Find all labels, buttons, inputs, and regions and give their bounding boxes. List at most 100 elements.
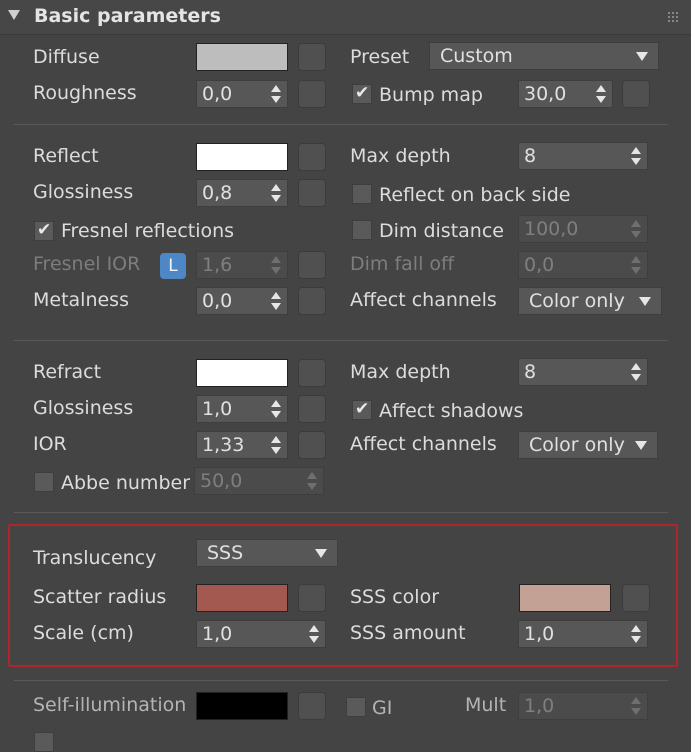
roughness-spinner[interactable]: 0,0 xyxy=(196,80,288,108)
metalness-label: Metalness xyxy=(33,289,129,311)
abbe-number-spinner[interactable]: 50,0 xyxy=(194,467,324,495)
section-divider xyxy=(14,512,668,513)
dim-fall-off-spinner[interactable]: 0,0 xyxy=(518,251,648,279)
mult-label: Mult xyxy=(465,694,507,716)
metalness-map-button[interactable] xyxy=(298,287,326,315)
roughness-map-button[interactable] xyxy=(298,80,326,108)
reflect-color-swatch[interactable] xyxy=(196,143,288,171)
spinner-arrows-icon[interactable] xyxy=(309,625,319,643)
sss-amount-value: 1,0 xyxy=(524,623,555,645)
reflect-affect-channels-dropdown[interactable]: Color only xyxy=(518,287,662,315)
refract-glossiness-value: 1,0 xyxy=(202,398,233,420)
bump-map-checkbox[interactable]: ✔ xyxy=(352,83,372,104)
spinner-arrows-icon[interactable] xyxy=(271,256,281,274)
fresnel-reflections-checkbox[interactable]: ✔ xyxy=(34,220,54,241)
affect-shadows-checkbox[interactable]: ✔ xyxy=(352,399,372,420)
diffuse-color-swatch[interactable] xyxy=(196,43,288,71)
spinner-arrows-icon[interactable] xyxy=(271,85,281,103)
fresnel-ior-spinner[interactable]: 1,6 xyxy=(196,251,288,279)
refract-max-depth-spinner[interactable]: 8 xyxy=(518,358,648,386)
spinner-arrows-icon[interactable] xyxy=(271,184,281,202)
spinner-arrows-icon[interactable] xyxy=(271,436,281,454)
chevron-down-icon xyxy=(639,297,651,306)
reflect-map-button[interactable] xyxy=(298,143,326,171)
reflect-affect-channels-label: Affect channels xyxy=(350,289,497,311)
reflect-max-depth-label: Max depth xyxy=(350,145,451,167)
bump-map-value: 30,0 xyxy=(524,83,567,105)
panel-title: Basic parameters xyxy=(34,5,221,27)
sss-color-swatch[interactable] xyxy=(519,584,611,612)
spinner-arrows-icon[interactable] xyxy=(596,85,606,103)
reflect-glossiness-spinner[interactable]: 0,8 xyxy=(196,179,288,207)
reflect-glossiness-map-button[interactable] xyxy=(298,179,326,207)
mult-value: 1,0 xyxy=(524,695,555,717)
panel-header[interactable]: Basic parameters xyxy=(0,0,691,35)
spinner-arrows-icon[interactable] xyxy=(631,147,641,165)
self-illumination-map-button[interactable] xyxy=(298,692,326,720)
metalness-spinner[interactable]: 0,0 xyxy=(196,287,288,315)
self-illumination-label: Self-illumination xyxy=(33,694,187,716)
dim-fall-off-label: Dim fall off xyxy=(350,253,455,275)
reflect-back-side-checkbox[interactable] xyxy=(352,184,372,204)
compensate-checkbox[interactable] xyxy=(34,732,54,752)
scale-value: 1,0 xyxy=(202,623,233,645)
dim-fall-off-value: 0,0 xyxy=(524,254,555,276)
fresnel-ior-map-button[interactable] xyxy=(298,251,326,279)
metalness-value: 0,0 xyxy=(202,290,233,312)
ior-value: 1,33 xyxy=(202,434,245,456)
spinner-arrows-icon[interactable] xyxy=(631,220,641,238)
bump-map-button[interactable] xyxy=(622,80,650,108)
spinner-arrows-icon[interactable] xyxy=(307,472,317,490)
lock-toggle-button[interactable]: L xyxy=(160,253,186,279)
preset-label: Preset xyxy=(350,46,410,68)
sss-amount-spinner[interactable]: 1,0 xyxy=(518,620,648,648)
collapse-triangle-icon[interactable] xyxy=(8,10,20,20)
bump-map-label: Bump map xyxy=(379,84,483,106)
refract-color-swatch[interactable] xyxy=(196,359,288,387)
self-illumination-color-swatch[interactable] xyxy=(196,692,288,720)
spinner-arrows-icon[interactable] xyxy=(631,256,641,274)
scale-spinner[interactable]: 1,0 xyxy=(196,620,326,648)
checkmark-icon: ✔ xyxy=(355,83,370,103)
ior-spinner[interactable]: 1,33 xyxy=(196,431,288,459)
scatter-radius-color-swatch[interactable] xyxy=(196,584,288,612)
refract-map-button[interactable] xyxy=(298,359,326,387)
drag-grip-icon[interactable] xyxy=(667,11,679,23)
refract-affect-channels-label: Affect channels xyxy=(350,433,497,455)
preset-dropdown[interactable]: Custom xyxy=(429,42,659,70)
refract-glossiness-map-button[interactable] xyxy=(298,395,326,423)
scatter-radius-map-button[interactable] xyxy=(298,584,326,612)
translucency-label: Translucency xyxy=(33,547,157,569)
diffuse-map-button[interactable] xyxy=(298,43,326,71)
abbe-number-label: Abbe number xyxy=(61,472,191,494)
spinner-arrows-icon[interactable] xyxy=(631,625,641,643)
sss-color-map-button[interactable] xyxy=(622,584,650,612)
reflect-back-side-label: Reflect on back side xyxy=(379,184,571,206)
mult-spinner[interactable]: 1,0 xyxy=(518,692,648,720)
abbe-number-checkbox[interactable] xyxy=(34,472,54,492)
spinner-arrows-icon[interactable] xyxy=(271,400,281,418)
scale-label: Scale (cm) xyxy=(33,622,134,644)
refract-glossiness-spinner[interactable]: 1,0 xyxy=(196,395,288,423)
dim-distance-spinner[interactable]: 100,0 xyxy=(518,215,648,243)
gi-checkbox[interactable] xyxy=(346,697,366,717)
reflect-glossiness-value: 0,8 xyxy=(202,182,233,204)
translucency-dropdown[interactable]: SSS xyxy=(196,539,338,567)
refract-affect-channels-dropdown[interactable]: Color only xyxy=(518,431,658,459)
spinner-arrows-icon[interactable] xyxy=(271,292,281,310)
roughness-label: Roughness xyxy=(33,82,137,104)
refract-max-depth-label: Max depth xyxy=(350,361,451,383)
chevron-down-icon xyxy=(636,52,648,61)
spinner-arrows-icon[interactable] xyxy=(631,363,641,381)
ior-map-button[interactable] xyxy=(298,431,326,459)
dim-distance-label: Dim distance xyxy=(379,220,504,242)
chevron-down-icon xyxy=(635,441,647,450)
dim-distance-checkbox[interactable] xyxy=(352,220,372,240)
sss-color-label: SSS color xyxy=(350,586,440,608)
spinner-arrows-icon[interactable] xyxy=(631,697,641,715)
bump-map-spinner[interactable]: 30,0 xyxy=(518,80,613,108)
refract-glossiness-label: Glossiness xyxy=(33,397,134,419)
chevron-down-icon xyxy=(315,549,327,558)
reflect-max-depth-spinner[interactable]: 8 xyxy=(518,142,648,170)
reflect-affect-channels-value: Color only xyxy=(529,290,625,312)
